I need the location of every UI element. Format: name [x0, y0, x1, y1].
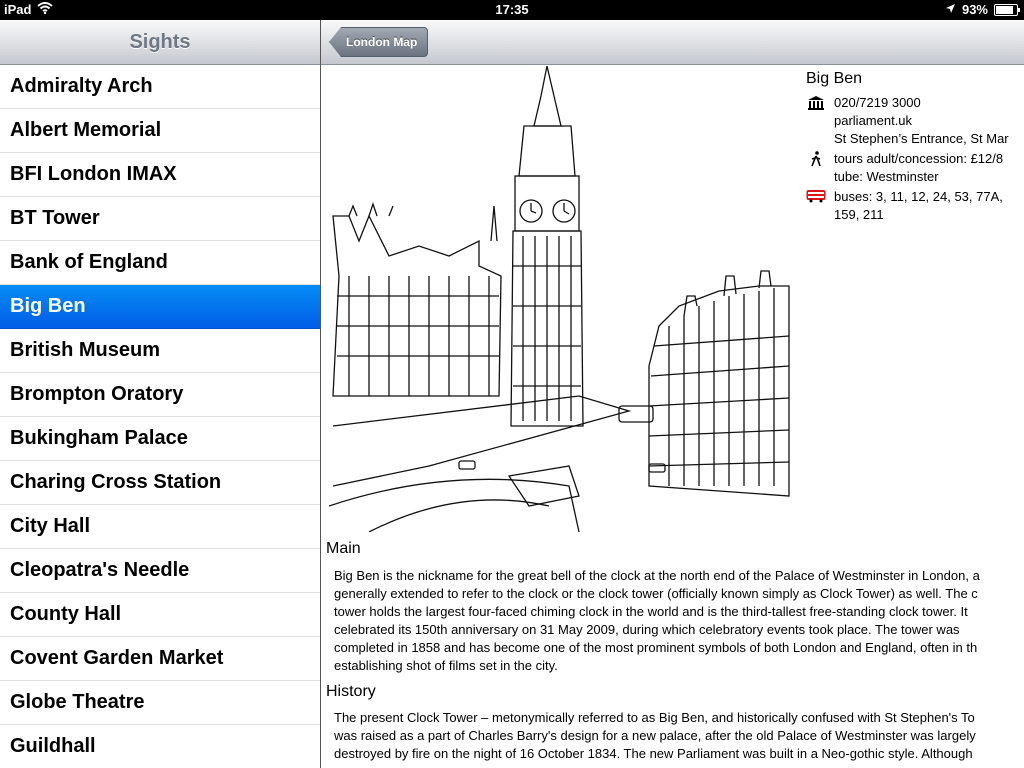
sight-list-item[interactable]: Admiralty Arch — [0, 65, 320, 109]
red-bus-icon — [806, 188, 826, 224]
location-arrow-icon — [945, 2, 956, 17]
sight-list-item[interactable]: Cleopatra's Needle — [0, 549, 320, 593]
phone-number[interactable]: 020/7219 3000 — [834, 94, 1009, 112]
sight-list-item[interactable]: Brompton Oratory — [0, 373, 320, 417]
museum-building-icon — [806, 94, 826, 148]
big-ben-illustration — [329, 66, 790, 532]
address: St Stephen’s Entrance, St Mar — [834, 131, 1009, 146]
sight-title: Big Ben — [806, 70, 863, 87]
sight-list-item-label: Globe Theatre — [10, 691, 145, 713]
sight-list-item-label: Bank of England — [10, 251, 168, 273]
walking-person-icon — [806, 150, 826, 186]
sidebar-title: Sights — [129, 30, 191, 53]
sight-list-item[interactable]: Globe Theatre — [0, 681, 320, 725]
sight-list-item-label: Albert Memorial — [10, 119, 162, 141]
sight-list-item[interactable]: Bukingham Palace — [0, 417, 320, 461]
text-line: … — [334, 763, 1024, 768]
clock: 17:35 — [495, 2, 529, 17]
sight-list-item-label: Charing Cross Station — [10, 471, 222, 493]
status-bar: iPad 17:35 93% — [0, 0, 1024, 20]
buses-row: buses: 3, 11, 12, 24, 53, 77A, 159, 211 — [806, 188, 1024, 224]
sight-list-item[interactable]: City Hall — [0, 505, 320, 549]
sight-list-item-label: Brompton Oratory — [10, 383, 184, 405]
contact-row: 020/7219 3000 parliament.uk St Stephen’s… — [806, 94, 1024, 148]
sight-list-item-label: BFI London IMAX — [10, 163, 177, 185]
section-body-main: Big Ben is the nickname for the great be… — [334, 567, 1024, 675]
sight-list-item-label: Covent Garden Market — [10, 647, 224, 669]
sight-list-item-label: British Museum — [10, 339, 161, 361]
sight-list-item-label: Bukingham Palace — [10, 427, 188, 449]
sight-list-item-label: Admiralty Arch — [10, 75, 153, 97]
sight-list-item[interactable]: BT Tower — [0, 197, 320, 241]
sights-sidebar: Sights Admiralty Arch Albert Memorial BFI … — [0, 20, 320, 768]
sight-list-item[interactable]: Bank of England — [0, 241, 320, 285]
sight-info: Big Ben 020/7219 3000 parliament.uk St S… — [806, 70, 1024, 226]
section-title-main: Main — [326, 540, 361, 557]
sight-list-item-label: Big Ben — [10, 295, 86, 317]
section-title-history: History — [326, 683, 376, 700]
sight-list-item[interactable]: Guildhall — [0, 725, 320, 768]
detail-nav-bar: London Map — [321, 20, 1024, 65]
tours-row: tours adult/concession: £12/8 tube: West… — [806, 150, 1024, 186]
section-body-history: The present Clock Tower – metonymically … — [334, 709, 1024, 768]
back-button[interactable]: London Map — [329, 27, 429, 57]
text-line: Big Ben is the nickname for the great be… — [334, 568, 980, 583]
sight-list-item-label: City Hall — [10, 515, 91, 537]
sight-list-item-label: Guildhall — [10, 735, 96, 757]
text-line: The present Clock Tower – metonymically … — [334, 710, 975, 725]
battery-icon — [994, 3, 1020, 16]
sight-list-item[interactable]: County Hall — [0, 593, 320, 637]
text-line: generally extended to refer to the clock… — [334, 586, 978, 601]
text-line: establishing shot of films set in the ci… — [334, 658, 558, 673]
bus-routes-continued: 159, 211 — [834, 207, 884, 222]
sight-list-item[interactable]: British Museum — [0, 329, 320, 373]
website-link[interactable]: parliament.uk — [834, 112, 1009, 130]
sight-list-item[interactable]: Albert Memorial — [0, 109, 320, 153]
text-line: completed in 1858 and has become one of … — [334, 640, 978, 655]
text-line: destroyed by fire on the night of 16 Oct… — [334, 746, 973, 761]
sight-list-item[interactable]: Covent Garden Market — [0, 637, 320, 681]
sight-list-item-label: BT Tower — [10, 207, 100, 229]
sight-list-item-label: Cleopatra's Needle — [10, 559, 190, 581]
sight-list-item[interactable]: BFI London IMAX — [0, 153, 320, 197]
bus-routes: buses: 3, 11, 12, 24, 53, 77A, — [834, 189, 1003, 204]
text-line: tower holds the largest four-faced chimi… — [334, 604, 968, 619]
tours-price: tours adult/concession: £12/8 — [834, 151, 1004, 166]
sight-list-item[interactable]: Charing Cross Station — [0, 461, 320, 505]
detail-pane: London Map Big Ben 020/7219 3000 parliam… — [321, 20, 1024, 768]
tube-station: tube: Westminster — [834, 169, 939, 184]
text-line: celebrated its 150th anniversary on 31 M… — [334, 622, 960, 637]
sight-list-item[interactable]: Big Ben — [0, 285, 320, 329]
sights-list: Admiralty Arch Albert Memorial BFI London … — [0, 65, 320, 768]
text-line: was raised as a part of Charles Barry's … — [334, 728, 976, 743]
battery-percent: 93% — [961, 2, 988, 17]
sight-list-item-label: County Hall — [10, 603, 122, 625]
sidebar-nav-bar: Sights — [0, 20, 320, 65]
